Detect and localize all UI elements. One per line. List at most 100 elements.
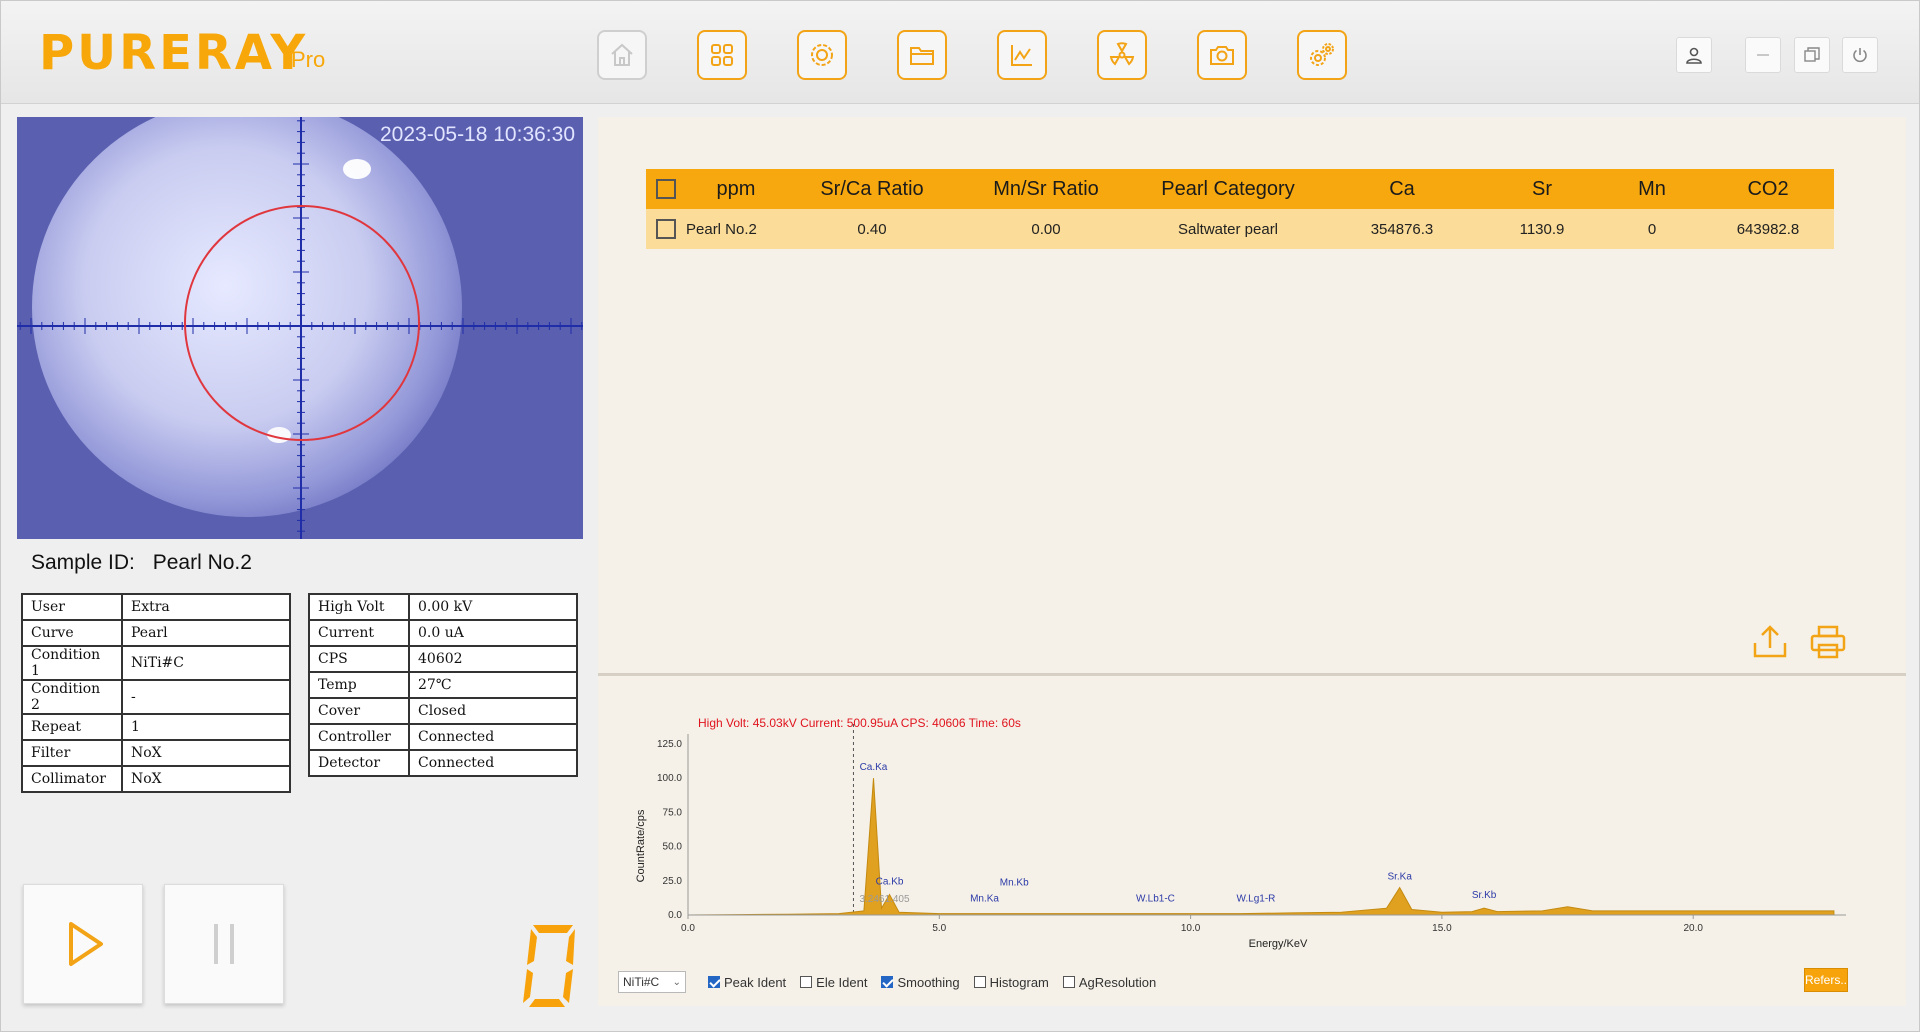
pause-button[interactable] [164,884,284,1004]
gears-icon [1310,43,1334,66]
x-tick-label: 15.0 [1432,923,1452,934]
info-value: - [121,679,291,715]
chevron-down-icon: ⌄ [672,976,681,988]
advanced-settings-button[interactable] [1297,30,1347,80]
peak-ident-checkbox[interactable] [708,976,720,988]
column-header[interactable]: Mn/Sr Ratio [958,169,1134,209]
folder-button[interactable] [897,30,947,80]
table-cell: 0 [1602,209,1702,249]
smoothing-option[interactable]: Smoothing [881,975,960,990]
column-header[interactable]: CO2 [1702,169,1834,209]
table-row: High Volt 0.00 kV [308,593,578,621]
table-row[interactable]: Pearl No.2 0.40 0.00 Saltwater pearl 354… [646,209,1834,249]
measurement-counter [523,925,575,1007]
settings-button[interactable] [797,30,847,80]
x-tick-label: 0.0 [681,923,695,934]
restore-icon [1804,47,1820,62]
status-key: High Volt [308,593,410,621]
restore-button[interactable] [1794,37,1830,73]
apps-button[interactable] [697,30,747,80]
column-header[interactable]: ppm [686,169,786,209]
radiation-button[interactable] [1097,30,1147,80]
table-row: Condition 2- [21,679,291,715]
refers-button[interactable]: Refers.. [1804,968,1848,992]
spectrum-chart[interactable]: 125.0 100.0 75.0 50.0 25.0 0.0 0.0 5.0 10.0 15.0 2… [598,676,1906,966]
agresolution-checkbox[interactable] [1062,976,1075,988]
column-header[interactable]: Sr [1482,169,1602,209]
x-tick-label: 10.0 [1181,923,1201,934]
table-row: Filter NoX [21,739,291,767]
curve-select[interactable]: NiTi#C ⌄ [618,971,686,993]
table-cell: 0.40 [786,209,958,249]
column-header[interactable]: Mn [1602,169,1702,209]
row-select-cell [646,209,686,249]
camera-button[interactable] [1197,30,1247,80]
info-value: NoX [121,739,291,767]
table-cell: Pearl No.2 [686,209,786,249]
chart-button[interactable] [997,30,1047,80]
x-tick-label: 5.0 [932,923,946,934]
status-value: 0.0 uA [408,619,578,647]
agresolution-option[interactable]: AgResolution [1062,975,1156,990]
start-button[interactable] [23,884,143,1004]
ele-ident-checkbox[interactable] [800,976,813,988]
camera-icon [1210,46,1234,65]
user-icon [1686,47,1702,64]
histogram-checkbox[interactable] [973,976,986,988]
cursor-readout: 3.2461.405 [859,894,909,905]
info-key: Repeat [21,713,123,741]
info-key: User [21,593,123,621]
spectrum-controls: NiTi#C ⌄ Peak Ident Ele Ident Smoothing … [618,970,1170,994]
info-key: Collimator [21,765,123,793]
peak-ident-option[interactable]: Peak Ident [708,975,786,990]
select-all-checkbox[interactable] [656,179,676,200]
instrument-status-table: High Volt 0.00 kV Current 0.0 uA CPS 40602 … [308,593,578,777]
spectrum-status: High Volt: 45.03kV Current: 500.95uA CPS… [698,716,1021,730]
table-cell: 0.00 [958,209,1134,249]
peak-label: Mn.Kb [1000,878,1029,889]
export-icon[interactable] [1751,623,1789,661]
table-cell: 1130.9 [1482,209,1602,249]
sample-id-value: Pearl No.2 [152,551,252,574]
peak-label: Ca.Kb [876,876,904,887]
row-checkbox[interactable] [656,219,676,239]
camera-timestamp: 2023-05-18 10:36:30 [380,123,575,146]
table-cell: Saltwater pearl [1134,209,1322,249]
column-header[interactable]: Ca [1322,169,1482,209]
y-axis-label: CountRate/cps [635,809,647,882]
y-tick-label: 100.0 [657,773,682,784]
column-header[interactable]: Sr/Ca Ratio [786,169,958,209]
info-value: NiTi#C [121,645,291,681]
table-row: Collimator NoX [21,765,291,793]
home-icon [611,43,633,66]
info-key: Condition 2 [21,679,123,715]
radiation-icon [1109,42,1135,66]
x-axis-label: Energy/KeV [1249,938,1308,950]
spectrum-panel: 125.0 100.0 75.0 50.0 25.0 0.0 0.0 5.0 10.0 15.0 2… [598,676,1906,1006]
chart-icon [1011,45,1032,66]
play-icon [69,922,103,966]
smoothing-checkbox[interactable] [881,976,894,988]
status-key: Temp [308,671,410,699]
histogram-option[interactable]: Histogram [973,975,1049,990]
select-all-cell [646,169,686,209]
option-label: Peak Ident [724,974,787,990]
info-key: Curve [21,619,123,647]
option-label: Ele Ident [816,974,868,990]
settings-icon [811,44,833,66]
status-key: Current [308,619,410,647]
print-icon[interactable] [1809,623,1847,661]
y-tick-label: 25.0 [663,876,683,887]
minimize-icon [1757,54,1769,56]
user-button[interactable] [1676,37,1712,73]
status-key: Detector [308,749,410,777]
status-value: Connected [408,749,578,777]
ele-ident-option[interactable]: Ele Ident [800,975,867,990]
camera-view[interactable]: 2023-05-18 10:36:30 [17,117,583,539]
minimize-button[interactable] [1745,37,1781,73]
info-value: 1 [121,713,291,741]
power-button[interactable] [1842,37,1878,73]
table-row: Temp 27℃ [308,671,578,699]
column-header[interactable]: Pearl Category [1134,169,1322,209]
home-button[interactable] [597,30,647,80]
